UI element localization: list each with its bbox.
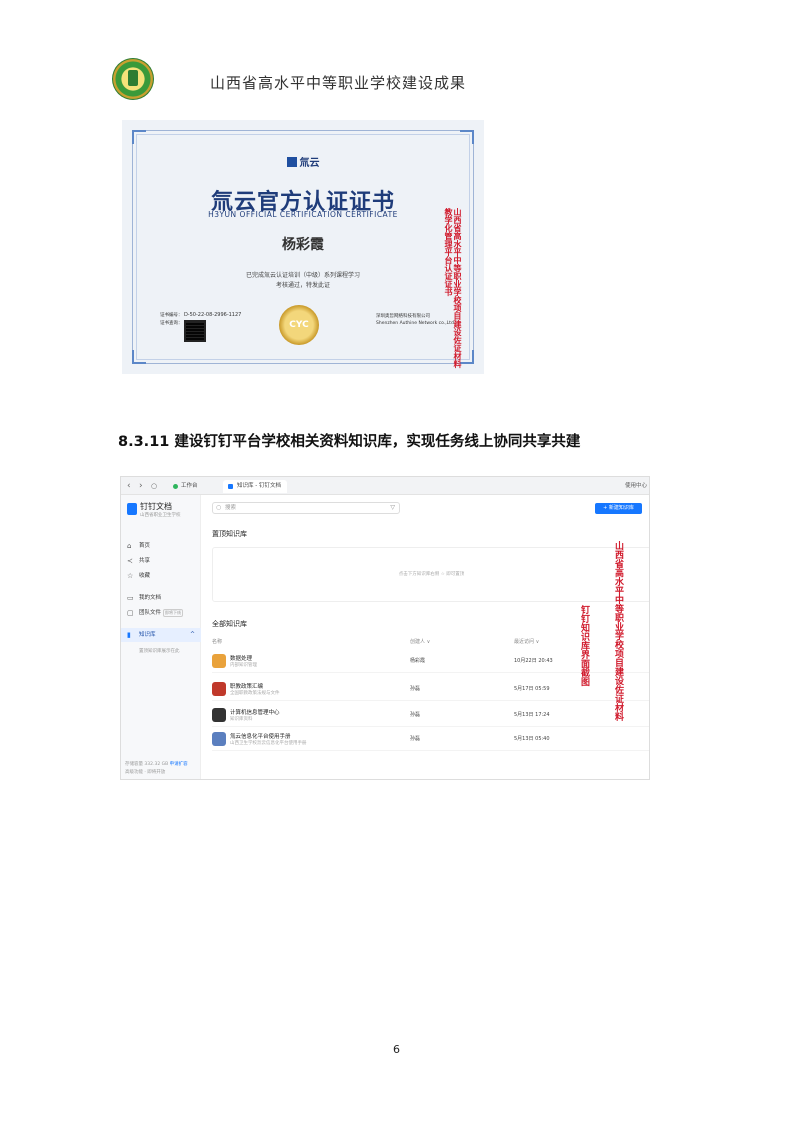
certificate-line-2: 考核通过，特发此证 (275, 282, 330, 289)
sidebar-item-knowledge-base[interactable]: ▮ 知识库 ^ (121, 628, 201, 642)
deprecated-badge: 即将下线 (163, 609, 184, 617)
brand-text: 氚云 (299, 158, 320, 169)
pinned-area: 点击下方知识库右侧 ☆ 即可置顶 (212, 547, 649, 602)
sidebar-title: 钉钉文档 (140, 502, 172, 511)
search-icon: ○ (216, 504, 222, 511)
corner-ornament (132, 350, 146, 364)
qr-code-icon (184, 320, 206, 342)
share-icon: ≺ (127, 557, 133, 565)
usage-center-link[interactable]: 使用中心 (625, 481, 647, 489)
corner-ornament (132, 130, 146, 144)
section-heading: 8.3.11 建设钉钉平台学校相关资料知识库，实现任务线上协同共享共建 (118, 434, 581, 450)
pinned-heading: 置顶知识库 (212, 530, 247, 538)
certificate-query-label: 证书查询： (160, 321, 183, 326)
dingtalk-docs-logo-icon (127, 503, 137, 515)
back-icon[interactable]: ‹ (127, 480, 131, 492)
red-evidence-stamp: 山西省高水平中等职业学校项目建设佐证材料 教学化管理平台认证证书 (444, 208, 462, 368)
folder-icon: ▭ (127, 594, 134, 602)
red-evidence-stamp-left: 钉钉知识库界面截图 (579, 605, 589, 686)
knowledge-base-icon (212, 708, 226, 722)
refresh-icon[interactable]: ○ (151, 480, 157, 492)
column-creator[interactable]: 创建人 ∨ (410, 638, 430, 645)
new-knowledge-base-button[interactable]: + 新建知识库 (595, 503, 642, 514)
table-row[interactable]: 氚云信息化平台使用手册 山西卫生学校氚云信息化平台使用手册 孙磊 5月13日 0… (212, 729, 649, 751)
table-row[interactable]: 计算机信息管理中心 知识库资料 孙磊 5月13日 17:24 (212, 705, 649, 727)
brand-logo-icon (286, 157, 297, 167)
tab-docs[interactable]: 知识库 - 钉钉文档 (223, 480, 287, 493)
page-number: 6 (393, 1043, 400, 1056)
workbench-icon (173, 484, 178, 489)
column-name[interactable]: 名称 (212, 638, 222, 645)
advanced-features: 高级功能 · 即将开放 (125, 770, 166, 775)
header-title: 山西省高水平中等职业学校建设成果 (210, 74, 467, 92)
dingtalk-screenshot: ‹ › ○ 工作台 知识库 - 钉钉文档 使用中心 钉钉文档 山西省职业卫生学校… (120, 476, 650, 780)
pinned-hint: 点击下方知识库右侧 ☆ 即可置顶 (398, 572, 465, 577)
certificate-subtitle: H3YUN OFFICIAL CERTIFICATION CERTIFICATE (208, 210, 398, 219)
certificate-image: 氚云 氚云官方认证证书 H3YUN OFFICIAL CERTIFICATION… (122, 120, 484, 374)
school-emblem-icon (112, 58, 154, 100)
docs-icon (228, 484, 233, 489)
sidebar: 钉钉文档 山西省职业卫生学校 ⌂ 首页 ≺ 共享 ☆ 收藏 ▭ 我的文档 ▢ 团队文件 即将… (121, 495, 201, 779)
star-icon: ☆ (127, 572, 134, 580)
knowledge-base-icon (212, 682, 226, 696)
search-input[interactable]: ○ 搜索 ▽ (212, 502, 400, 514)
knowledge-base-icon: ▮ (127, 631, 131, 639)
tab-workbench[interactable]: 工作台 (171, 480, 198, 493)
corner-ornament (460, 130, 474, 144)
gold-seal: CYC (279, 305, 319, 345)
knowledge-base-icon (212, 732, 226, 746)
all-heading: 全部知识库 (212, 620, 247, 628)
certificate-brand: 氚云 (122, 154, 484, 169)
certificate-line-1: 已完成氚云认证培训（中级）系列课程学习 (245, 272, 360, 279)
expand-storage-link[interactable]: 申请扩容 (170, 762, 188, 767)
sidebar-item-favorites[interactable]: ☆ 收藏 (121, 569, 201, 583)
main-content: ○ 搜索 ▽ + 新建知识库 置顶知识库 点击下方知识库右侧 ☆ 即可置顶 全部… (201, 495, 649, 779)
team-folder-icon: ▢ (127, 609, 134, 617)
sidebar-item-team-files[interactable]: ▢ 团队文件 即将下线 (121, 606, 201, 620)
certificate-holder-name: 杨彩霞 (282, 237, 324, 253)
sidebar-item-shared[interactable]: ≺ 共享 (121, 554, 201, 568)
filter-icon[interactable]: ▽ (390, 503, 395, 513)
column-modified[interactable]: 最近访问 ∨ (514, 638, 539, 645)
home-icon: ⌂ (127, 542, 132, 550)
certificate-number: 证书编号： D-50-22-08-2996-1127 (160, 312, 242, 318)
corner-ornament (460, 350, 474, 364)
sidebar-pinned-hint: 置顶知识库展示在此 (139, 649, 180, 654)
knowledge-base-icon (212, 654, 226, 668)
sidebar-item-home[interactable]: ⌂ 首页 (121, 539, 201, 553)
storage-info: 存储容量 332.32 GB 申请扩容 (125, 762, 188, 767)
sidebar-subtitle: 山西省职业卫生学校 (140, 513, 181, 518)
forward-icon[interactable]: › (139, 480, 143, 492)
sidebar-item-my-docs[interactable]: ▭ 我的文档 (121, 591, 201, 605)
red-evidence-stamp-right: 山西省高水平中等职业学校项目建设佐证材料 (613, 541, 623, 721)
chevron-up-icon[interactable]: ^ (190, 628, 195, 642)
browser-topbar: ‹ › ○ 工作台 知识库 - 钉钉文档 使用中心 (121, 477, 649, 495)
